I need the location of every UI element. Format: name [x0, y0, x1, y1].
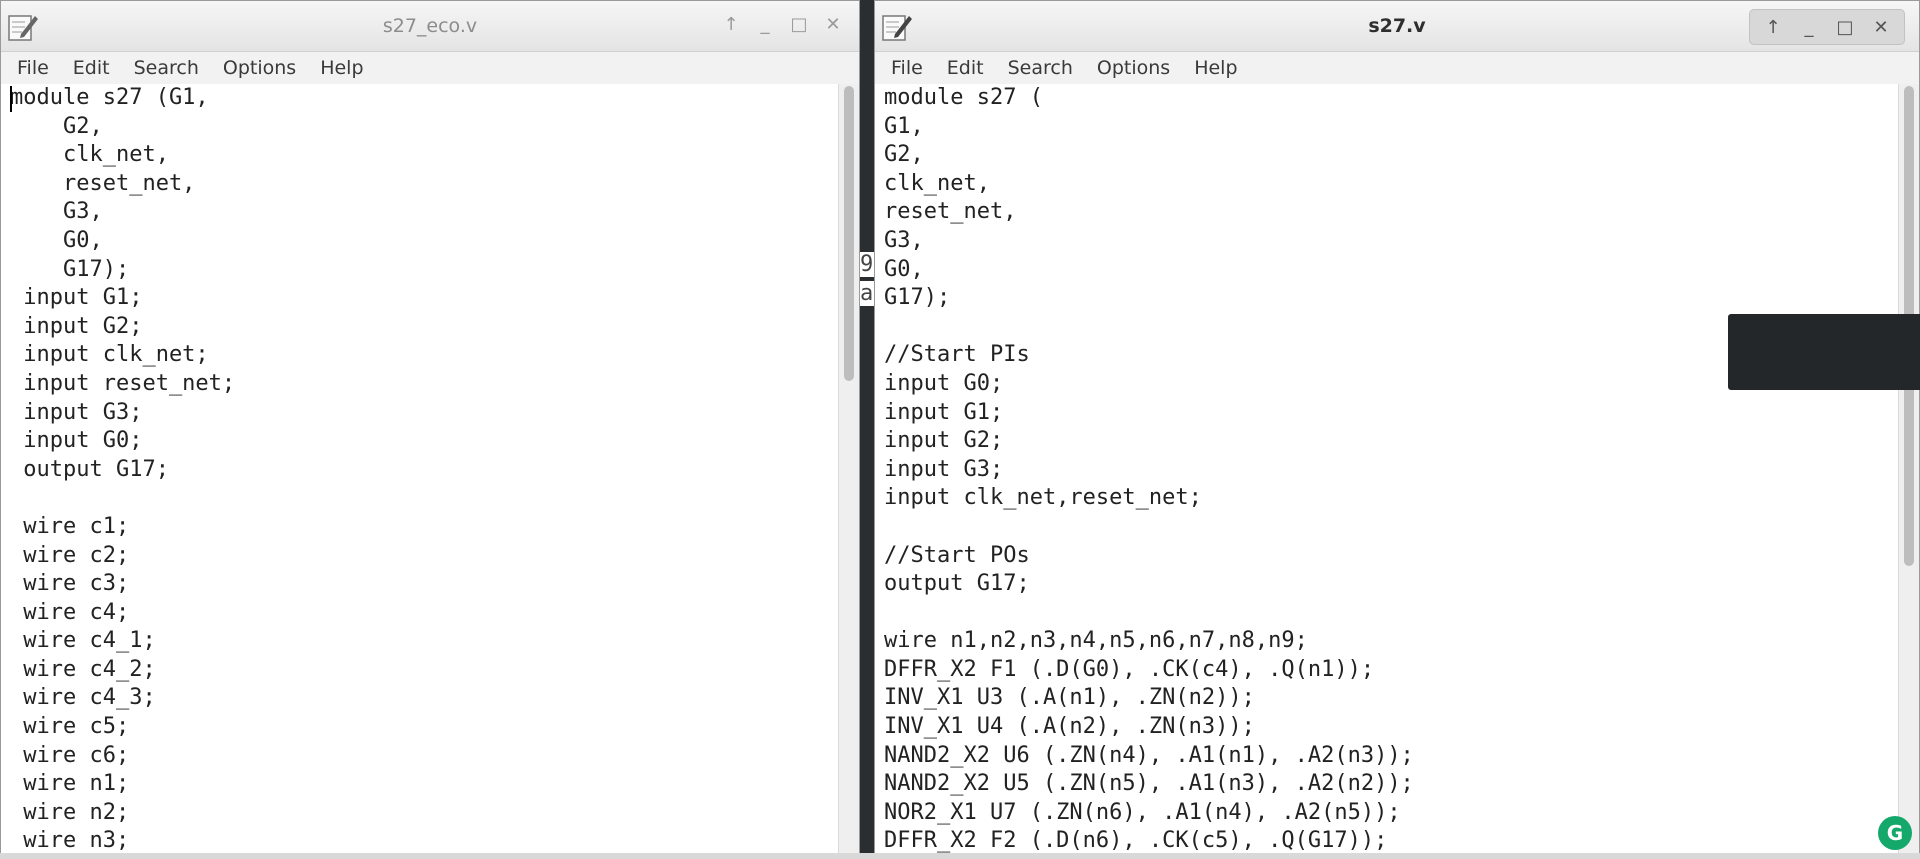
background-window-fragment: 99 [860, 252, 874, 277]
menu-options[interactable]: Options [211, 57, 308, 79]
minimize-icon[interactable]: _ [1794, 13, 1824, 41]
code-line: module s27 ( [884, 85, 1043, 110]
code-line: DFFR_X2 F2 (.D(n6), .CK(c5), .Q(G17)); [884, 828, 1388, 854]
menu-search[interactable]: Search [122, 57, 211, 79]
text-cursor [10, 86, 12, 112]
title-bar[interactable]: s27.v ↑ _ □ ✕ [875, 1, 1919, 52]
code-line: input G2; [10, 313, 143, 339]
code-line: NAND2_X2 U5 (.ZN(n5), .A1(n3), .A2(n2)); [884, 771, 1414, 797]
title-bar[interactable]: s27_eco.v ↑ _ □ ✕ [1, 1, 859, 52]
code-line: G17); [10, 256, 130, 282]
code-line: output G17; [10, 456, 169, 482]
menu-bar: File Edit Search Options Help [1, 52, 859, 85]
code-line: G3, [884, 227, 924, 253]
menu-file[interactable]: File [5, 57, 61, 79]
code-line: input clk_net,reset_net; [884, 485, 1202, 511]
code-line: wire n1,n2,n3,n4,n5,n6,n7,n8,n9; [884, 628, 1308, 654]
code-line: NOR2_X1 U7 (.ZN(n6), .A1(n4), .A2(n5)); [884, 799, 1401, 825]
menu-help[interactable]: Help [1182, 57, 1249, 79]
code-line: output G17; [884, 571, 1030, 597]
code-line: reset_net, [10, 170, 196, 196]
text-area[interactable]: module s27 ( G1, G2, clk_net, reset_net, G3, G… [875, 84, 1899, 858]
code-line: input reset_net; [10, 370, 236, 396]
code-line: wire c6; [10, 742, 130, 768]
grammarly-icon[interactable]: G [1878, 816, 1912, 850]
text-area[interactable]: module s27 (G1, G2, clk_net, reset_net, … [1, 84, 839, 858]
code-line: input G3; [884, 456, 1004, 482]
code-line: input clk_net; [10, 342, 209, 368]
code-line: G17); [884, 285, 951, 311]
code-line: wire c5; [10, 714, 130, 740]
code-content: module s27 ( G1, G2, clk_net, reset_net, G3, G… [875, 84, 1899, 856]
close-icon[interactable]: ✕ [819, 10, 847, 38]
code-content: module s27 (G1, G2, clk_net, reset_net, … [1, 84, 839, 856]
vertical-scrollbar[interactable] [838, 84, 859, 858]
code-line: wire c2; [10, 542, 130, 568]
menu-options[interactable]: Options [1085, 57, 1182, 79]
code-line: module s27 (G1, [10, 85, 209, 110]
menu-search[interactable]: Search [996, 57, 1085, 79]
code-line: G3, [10, 199, 103, 225]
menu-file[interactable]: File [879, 57, 935, 79]
code-line: G0, [10, 227, 103, 253]
code-line: NAND2_X2 U6 (.ZN(n4), .A1(n1), .A2(n3)); [884, 742, 1414, 768]
code-line: G1, [884, 113, 924, 139]
code-line: wire c4_2; [10, 656, 156, 682]
code-line: wire n2; [10, 799, 130, 825]
code-line: wire c3; [10, 571, 130, 597]
code-line: G2, [10, 113, 103, 139]
editor-window-s27-eco[interactable]: s27_eco.v ↑ _ □ ✕ File Edit Search Optio… [0, 0, 860, 859]
code-line: G2, [884, 142, 924, 168]
code-line: //Start POs [884, 542, 1030, 568]
maximize-icon[interactable]: □ [785, 10, 813, 38]
shade-up-icon[interactable]: ↑ [717, 10, 745, 38]
editor-window-s27[interactable]: s27.v ↑ _ □ ✕ File Edit Search Options H… [874, 0, 1920, 859]
menu-help[interactable]: Help [308, 57, 375, 79]
code-line: wire c4_1; [10, 628, 156, 654]
close-icon[interactable]: ✕ [1866, 13, 1896, 41]
minimize-icon[interactable]: _ [751, 10, 779, 38]
code-line: wire c1; [10, 513, 130, 539]
code-line: input G0; [10, 428, 143, 454]
code-line: input G3; [10, 399, 143, 425]
menu-bar: File Edit Search Options Help [875, 52, 1919, 85]
shade-up-icon[interactable]: ↑ [1758, 13, 1788, 41]
code-line: reset_net, [884, 199, 1017, 225]
background-window-fragment: ac [860, 281, 874, 306]
code-line: input G1; [10, 285, 143, 311]
code-line: INV_X1 U4 (.A(n2), .ZN(n3)); [884, 714, 1255, 740]
code-line: wire n3; [10, 828, 130, 854]
code-line: wire n1; [10, 771, 130, 797]
code-line: DFFR_X2 F1 (.D(G0), .CK(c4), .Q(n1)); [884, 656, 1375, 682]
code-line: wire c4_3; [10, 685, 156, 711]
code-line: clk_net, [10, 142, 169, 168]
desktop-gap [860, 0, 874, 859]
code-line: clk_net, [884, 170, 990, 196]
code-line: wire c4; [10, 599, 130, 625]
menu-edit[interactable]: Edit [935, 57, 996, 79]
window-controls: ↑ _ □ ✕ [1749, 9, 1905, 45]
floating-overlay-panel[interactable] [1728, 314, 1920, 390]
window-controls: ↑ _ □ ✕ [717, 10, 847, 38]
code-line: input G1; [884, 399, 1004, 425]
bottom-edge [0, 853, 1920, 859]
menu-edit[interactable]: Edit [61, 57, 122, 79]
code-line: input G2; [884, 428, 1004, 454]
vertical-scrollbar[interactable] [1898, 84, 1919, 858]
maximize-icon[interactable]: □ [1830, 13, 1860, 41]
code-line: INV_X1 U3 (.A(n1), .ZN(n2)); [884, 685, 1255, 711]
code-line: G0, [884, 256, 924, 282]
scrollbar-thumb[interactable] [844, 86, 854, 381]
